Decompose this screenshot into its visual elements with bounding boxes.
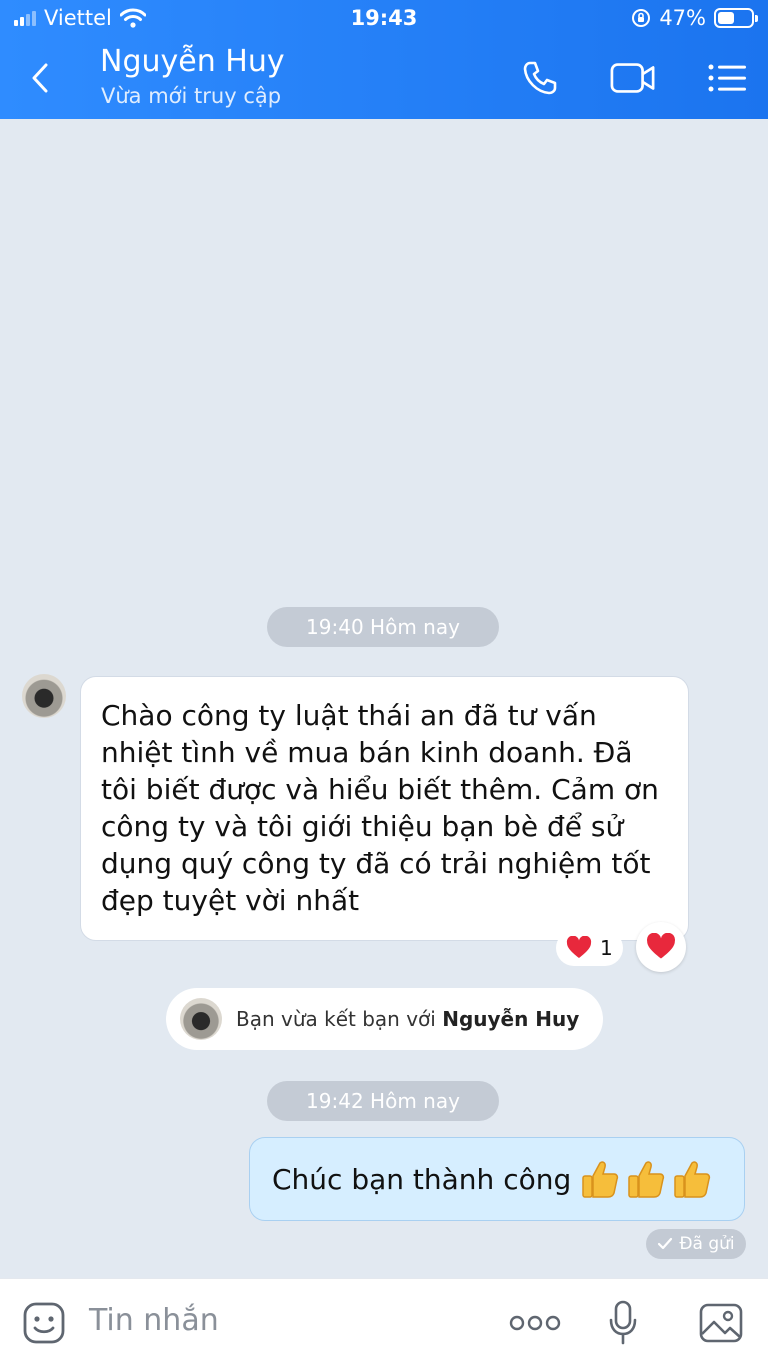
friend-added-text: Bạn vừa kết bạn với Nguyễn Huy (236, 988, 579, 1050)
image-icon (699, 1303, 743, 1343)
friend-note-prefix: Bạn vừa kết bạn với (236, 1007, 436, 1031)
image-button[interactable] (697, 1299, 745, 1347)
avatar[interactable] (180, 998, 222, 1040)
sent-status-text: Đã gửi (679, 1234, 735, 1254)
status-bar: Viettel 19:43 47% (0, 0, 768, 38)
heart-icon (566, 936, 592, 958)
thumbs-up-icon (628, 1161, 665, 1198)
more-button[interactable] (508, 1299, 562, 1347)
microphone-icon (609, 1300, 637, 1345)
incoming-message-bubble[interactable]: Chào công ty luật thái an đã tư vấn nhiệ… (80, 676, 689, 941)
outgoing-message-bubble[interactable]: Chúc bạn thành công (249, 1137, 745, 1221)
react-button[interactable] (636, 922, 686, 972)
thumbs-up-icon (674, 1161, 711, 1198)
video-call-button[interactable] (610, 56, 656, 100)
sent-status-badge: Đã gửi (646, 1229, 746, 1259)
chat-header: Viettel 19:43 47% Nguyễn Huy Vừa mới tru… (0, 0, 768, 119)
phone-icon (523, 61, 557, 95)
friend-added-notice: Bạn vừa kết bạn với Nguyễn Huy (166, 988, 603, 1050)
message-input[interactable]: Tin nhắn (89, 1303, 219, 1338)
sticker-button[interactable] (20, 1299, 68, 1347)
phone-call-button[interactable] (517, 56, 563, 100)
battery-icon (714, 8, 758, 28)
avatar[interactable] (22, 674, 66, 718)
status-right: 47% (631, 6, 758, 30)
reaction-summary[interactable]: 1 (556, 930, 623, 966)
message-input-bar: Tin nhắn (0, 1278, 768, 1366)
battery-percent: 47% (659, 6, 706, 30)
rotation-lock-icon (632, 9, 651, 27)
check-icon (658, 1237, 673, 1250)
outgoing-message-text: Chúc bạn thành công (272, 1162, 572, 1196)
back-button[interactable] (22, 58, 58, 98)
time-divider: 19:40 Hôm nay (267, 607, 499, 647)
contact-status: Vừa mới truy cập (101, 84, 282, 108)
incoming-message-text: Chào công ty luật thái an đã tư vấn nhiệ… (101, 699, 659, 917)
reaction-count: 1 (600, 936, 613, 960)
friend-note-name[interactable]: Nguyễn Huy (442, 1007, 579, 1031)
menu-button[interactable] (704, 56, 750, 100)
time-divider: 19:42 Hôm nay (267, 1081, 499, 1121)
voice-button[interactable] (599, 1299, 647, 1347)
back-chevron-icon (32, 63, 48, 93)
thumbs-up-emojis (581, 1159, 711, 1199)
sticker-icon (23, 1302, 65, 1344)
heart-icon (647, 933, 675, 959)
menu-list-icon (708, 64, 746, 92)
contact-name[interactable]: Nguyễn Huy (100, 44, 285, 79)
video-call-icon (610, 63, 655, 93)
thumbs-up-icon (582, 1161, 619, 1198)
more-icon (509, 1315, 561, 1331)
